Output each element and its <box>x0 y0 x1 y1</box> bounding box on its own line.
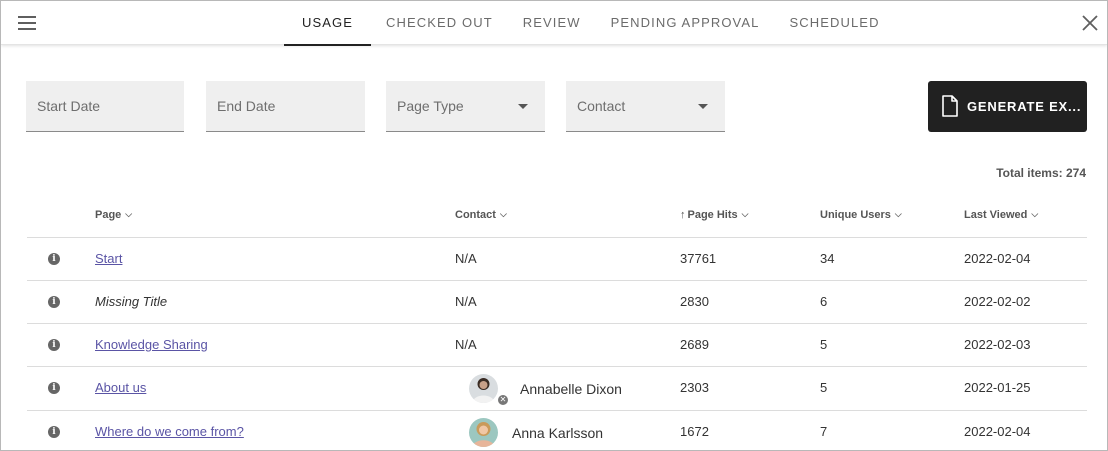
page-type-label: Page Type <box>397 98 464 114</box>
contact-label: Contact <box>577 98 626 114</box>
table-row: i Start N/A 37761 34 2022-02-04 <box>27 238 1087 281</box>
page-hits-value: 2830 <box>680 294 709 309</box>
chevron-down-icon: ⌵ <box>1031 209 1039 219</box>
column-header-page-hits[interactable]: ↑ Page Hits ⌵ <box>680 209 748 221</box>
info-icon[interactable]: i <box>48 339 60 351</box>
page-link[interactable]: Start <box>95 251 122 266</box>
usage-table: Page ⌵ Contact ⌵ ↑ Page Hits ⌵ Unique Users ⌵… <box>27 194 1087 450</box>
column-header-label: Page <box>95 209 122 221</box>
start-date-field[interactable]: Start Date <box>26 81 184 132</box>
info-icon[interactable]: i <box>48 296 60 308</box>
chevron-down-icon: ⌵ <box>894 209 902 219</box>
last-viewed-value: 2022-02-04 <box>964 424 1031 439</box>
table-row: i Missing Title N/A 2830 6 2022-02-02 <box>27 281 1087 324</box>
chevron-down-icon: ⌵ <box>741 209 749 219</box>
info-icon[interactable]: i <box>48 426 60 438</box>
tab-pending-approval[interactable]: Pending approval <box>596 1 775 45</box>
table-row: i About us ✕ Annabelle Dixon 2303 5 2022… <box>27 367 1087 411</box>
end-date-field[interactable]: End Date <box>206 81 365 132</box>
unique-users-value: 34 <box>820 251 835 266</box>
start-date-label: Start Date <box>37 98 101 114</box>
page-link[interactable]: Where do we come from? <box>95 424 244 439</box>
generate-export-label: GENERATE EX... <box>967 99 1082 114</box>
column-header-label: Page Hits <box>687 209 738 221</box>
remove-contact-icon[interactable]: ✕ <box>497 394 509 406</box>
page-link[interactable]: About us <box>95 380 146 395</box>
last-viewed-value: 2022-02-03 <box>964 337 1031 352</box>
contact-name: Anna Karlsson <box>512 425 604 441</box>
end-date-label: End Date <box>217 98 276 114</box>
hamburger-menu-icon[interactable] <box>16 13 38 33</box>
table-row: i Knowledge Sharing N/A 2689 5 2022-02-0… <box>27 324 1087 367</box>
tab-bar: Usage Checked out Review Pending approva… <box>284 1 895 46</box>
column-header-unique-users[interactable]: Unique Users ⌵ <box>820 209 902 221</box>
close-icon[interactable] <box>1078 11 1102 35</box>
page-title-missing: Missing Title <box>95 294 168 309</box>
last-viewed-value: 2022-02-02 <box>964 294 1031 309</box>
info-icon[interactable]: i <box>48 253 60 265</box>
unique-users-value: 5 <box>820 380 828 395</box>
contact-select[interactable]: Contact <box>566 81 725 132</box>
contact-avatar <box>469 418 498 447</box>
contact-avatar <box>469 374 498 403</box>
generate-export-button[interactable]: GENERATE EX... <box>928 81 1087 132</box>
page-hits-value: 2303 <box>680 380 709 395</box>
dropdown-caret-icon <box>698 104 708 109</box>
arrow-up-icon: ↑ <box>680 209 686 221</box>
column-header-label: Contact <box>455 209 496 221</box>
unique-users-value: 6 <box>820 294 828 309</box>
document-icon <box>941 95 959 122</box>
chevron-down-icon: ⌵ <box>125 209 133 219</box>
unique-users-value: 7 <box>820 424 828 439</box>
column-header-contact[interactable]: Contact ⌵ <box>455 209 507 221</box>
dropdown-caret-icon <box>518 104 528 109</box>
last-viewed-value: 2022-02-04 <box>964 251 1031 266</box>
contact-name: Annabelle Dixon <box>520 381 622 397</box>
contact-value: N/A <box>455 251 477 266</box>
page-hits-value: 37761 <box>680 251 717 266</box>
tab-checked-out[interactable]: Checked out <box>371 1 508 45</box>
total-items-count: Total items: 274 <box>996 166 1086 180</box>
column-header-label: Unique Users <box>820 209 891 221</box>
top-bar: Usage Checked out Review Pending approva… <box>1 1 1107 46</box>
page-hits-value: 1672 <box>680 424 709 439</box>
contact-value: N/A <box>455 337 477 352</box>
table-row: i Where do we come from? Anna Karlsson 1… <box>27 411 1087 450</box>
unique-users-value: 5 <box>820 337 828 352</box>
page-type-select[interactable]: Page Type <box>386 81 545 132</box>
column-header-last-viewed[interactable]: Last Viewed ⌵ <box>964 209 1038 221</box>
contact-value: N/A <box>455 294 477 309</box>
info-icon[interactable]: i <box>48 382 60 394</box>
column-header-label: Last Viewed <box>964 209 1028 221</box>
page-link[interactable]: Knowledge Sharing <box>95 337 208 352</box>
table-header: Page ⌵ Contact ⌵ ↑ Page Hits ⌵ Unique Users ⌵… <box>27 194 1087 238</box>
last-viewed-value: 2022-01-25 <box>964 380 1031 395</box>
chevron-down-icon: ⌵ <box>499 209 507 219</box>
tab-review[interactable]: Review <box>508 1 596 45</box>
tab-usage[interactable]: Usage <box>284 1 372 46</box>
usage-report-window: Usage Checked out Review Pending approva… <box>0 0 1108 451</box>
column-header-page[interactable]: Page ⌵ <box>95 209 132 221</box>
page-hits-value: 2689 <box>680 337 709 352</box>
tab-scheduled[interactable]: Scheduled <box>774 1 894 45</box>
